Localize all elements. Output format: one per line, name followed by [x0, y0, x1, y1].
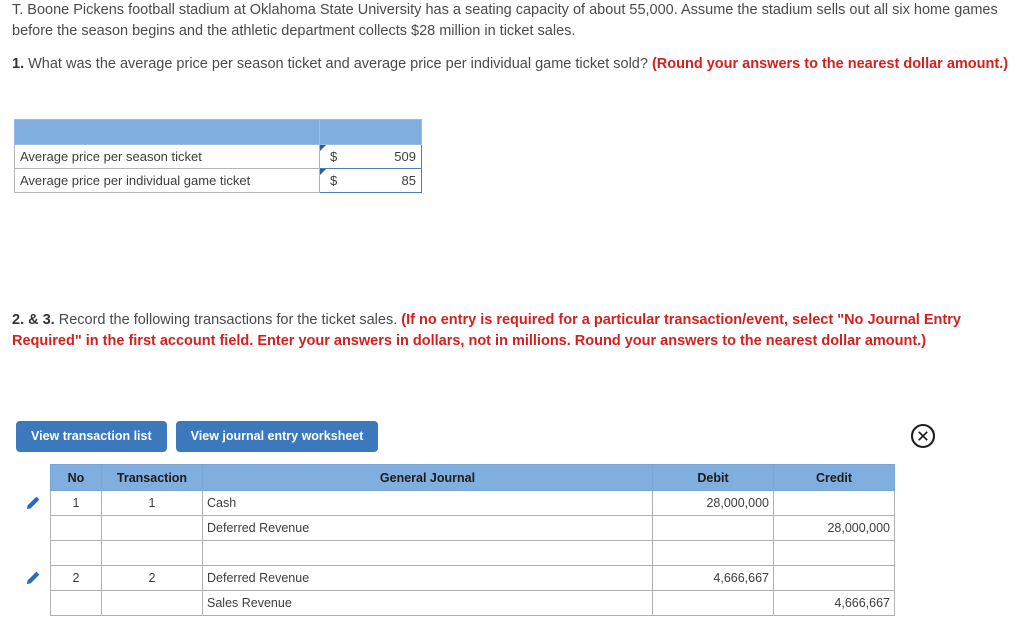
journal-no — [50, 540, 102, 566]
question-2-and-3: 2. & 3. Record the following transaction… — [12, 310, 1014, 352]
average-price-table: Average price per season ticket $ 509 Av… — [14, 119, 422, 193]
row-edit-cell — [16, 541, 51, 566]
price-table-header-label-cell — [14, 119, 320, 145]
close-circle-icon[interactable] — [909, 422, 937, 450]
journal-debit[interactable]: 28,000,000 — [652, 490, 774, 516]
journal-account[interactable]: Deferred Revenue — [202, 515, 653, 541]
question-1-text: What was the average price per season ti… — [24, 56, 652, 72]
price-row-label: Average price per individual game ticket — [14, 168, 320, 193]
journal-account[interactable]: Sales Revenue — [202, 590, 653, 616]
journal-header-row: No Transaction General Journal Debit Cre… — [16, 464, 895, 491]
journal-transaction: 2 — [101, 565, 203, 591]
journal-debit[interactable] — [652, 590, 774, 616]
table-row: Average price per season ticket $ 509 — [14, 144, 422, 169]
journal-table-body: 1 1 Cash 28,000,000 Deferred Revenue 28,… — [16, 490, 895, 616]
journal-credit[interactable] — [773, 540, 895, 566]
journal-transaction — [101, 590, 203, 616]
cell-marker-icon — [320, 145, 326, 151]
journal-no — [50, 515, 102, 541]
intro-body: T. Boone Pickens football stadium at Okl… — [12, 2, 998, 39]
currency-symbol: $ — [330, 173, 338, 188]
pencil-icon[interactable] — [25, 570, 41, 586]
question-23-number: 2. & 3. — [12, 312, 55, 328]
question-1-number: 1. — [12, 56, 25, 72]
journal-no: 1 — [50, 490, 102, 516]
journal-no — [50, 590, 102, 616]
journal-account[interactable] — [202, 540, 653, 566]
question-1-instruction: (Round your answers to the nearest dolla… — [651, 56, 1009, 72]
journal-account[interactable]: Cash — [202, 490, 653, 516]
journal-entry-worksheet: No Transaction General Journal Debit Cre… — [16, 464, 895, 616]
row-edit-cell — [16, 516, 51, 541]
journal-debit[interactable]: 4,666,667 — [652, 565, 774, 591]
journal-debit[interactable] — [652, 515, 774, 541]
pencil-icon[interactable] — [25, 495, 41, 511]
journal-transaction: 1 — [101, 490, 203, 516]
price-value: 509 — [394, 149, 416, 164]
journal-transaction — [101, 515, 203, 541]
view-transaction-list-button[interactable]: View transaction list — [16, 421, 167, 452]
price-table-header-row — [14, 119, 422, 145]
journal-header-edit — [16, 465, 51, 491]
table-row — [16, 540, 895, 566]
view-journal-entry-worksheet-button[interactable]: View journal entry worksheet — [175, 421, 379, 452]
table-row: 2 2 Deferred Revenue 4,666,667 — [16, 565, 895, 591]
table-row: 1 1 Cash 28,000,000 — [16, 490, 895, 516]
row-edit-cell — [16, 591, 51, 616]
problem-intro-text: T. Boone Pickens football stadium at Okl… — [12, 0, 1014, 42]
journal-credit[interactable]: 4,666,667 — [773, 590, 895, 616]
journal-header-general-journal: General Journal — [202, 464, 653, 491]
table-row: Sales Revenue 4,666,667 — [16, 590, 895, 616]
price-table-header-value-cell — [319, 119, 422, 145]
journal-debit[interactable] — [652, 540, 774, 566]
journal-header-transaction: Transaction — [101, 464, 203, 491]
journal-account[interactable]: Deferred Revenue — [202, 565, 653, 591]
table-row: Average price per individual game ticket… — [14, 168, 422, 193]
price-row-label: Average price per season ticket — [14, 144, 320, 169]
journal-transaction — [101, 540, 203, 566]
question-23-text: Record the following transactions for th… — [54, 312, 402, 328]
row-edit-cell[interactable] — [16, 566, 51, 591]
cell-marker-icon — [320, 169, 326, 175]
journal-no: 2 — [50, 565, 102, 591]
journal-header-debit: Debit — [652, 464, 774, 491]
price-value: 85 — [401, 173, 416, 188]
journal-entry-table: No Transaction General Journal Debit Cre… — [16, 464, 895, 616]
question-1: 1. What was the average price per season… — [12, 54, 1012, 75]
individual-game-ticket-price-input[interactable]: $ 85 — [319, 168, 422, 193]
journal-header-no: No — [50, 464, 102, 491]
currency-symbol: $ — [330, 149, 338, 164]
worksheet-tab-buttons: View transaction list View journal entry… — [16, 421, 379, 452]
journal-credit[interactable] — [773, 490, 895, 516]
journal-credit[interactable] — [773, 565, 895, 591]
journal-header-credit: Credit — [773, 464, 895, 491]
season-ticket-price-input[interactable]: $ 509 — [319, 144, 422, 169]
row-edit-cell[interactable] — [16, 491, 51, 516]
journal-credit[interactable]: 28,000,000 — [773, 515, 895, 541]
table-row: Deferred Revenue 28,000,000 — [16, 515, 895, 541]
